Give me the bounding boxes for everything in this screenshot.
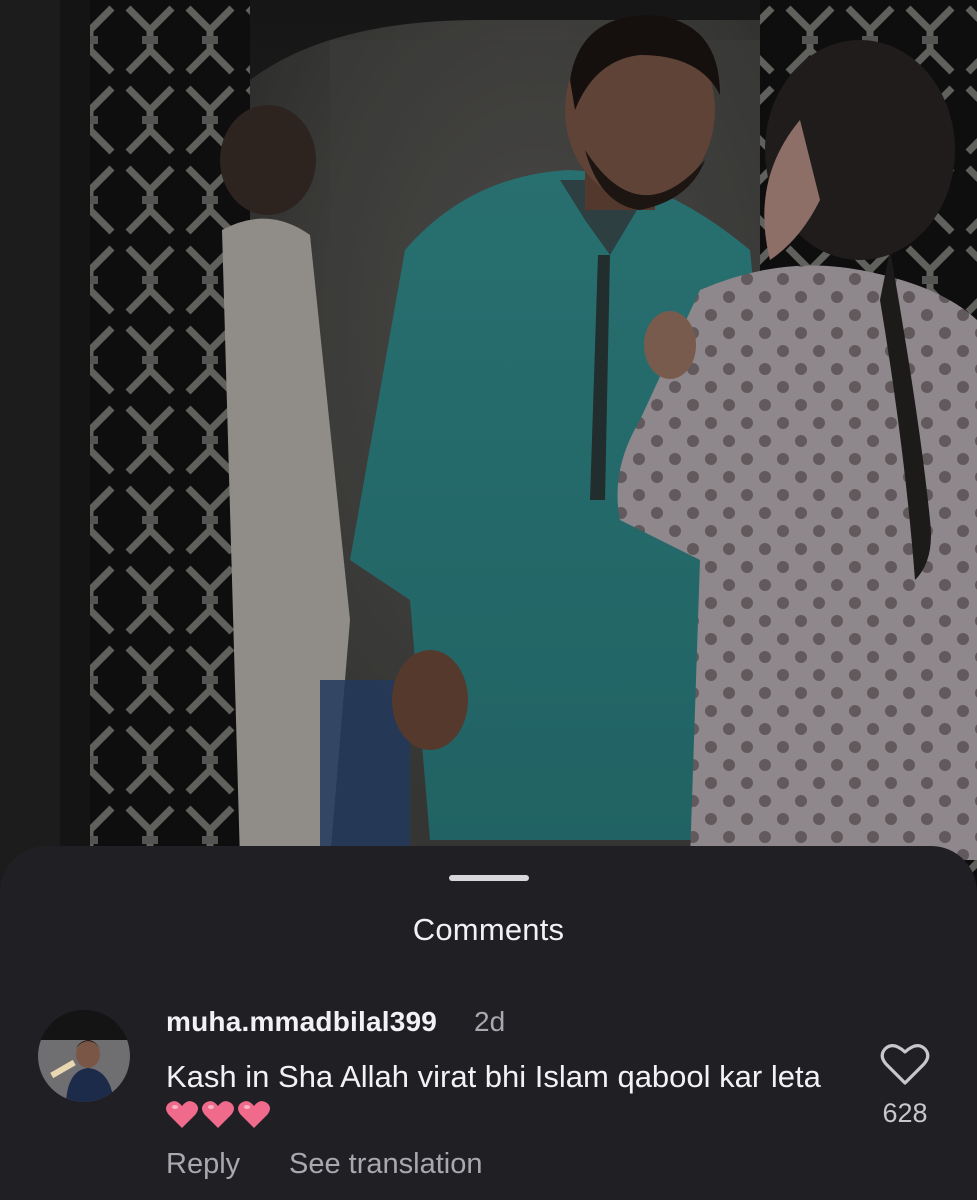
reply-button[interactable]: Reply — [166, 1148, 240, 1181]
comment-text: Kash in Sha Allah virat bhi Islam qabool… — [166, 1059, 821, 1094]
comment-body: Kash in Sha Allah virat bhi Islam qabool… — [166, 1058, 826, 1134]
see-translation-button[interactable]: See translation — [289, 1148, 482, 1181]
avatar[interactable] — [38, 1010, 130, 1102]
pink-heart-icon — [166, 1101, 198, 1128]
heart-outline-icon — [880, 1044, 930, 1085]
comment-username[interactable]: muha.mmadbilal399 — [166, 1006, 437, 1038]
like-button[interactable] — [880, 1042, 930, 1086]
pink-heart-icon — [202, 1101, 234, 1128]
like-count: 628 — [882, 1098, 928, 1128]
video-still-image — [0, 0, 977, 900]
heart-emojis — [166, 1097, 274, 1132]
comments-sheet: Comments muha.mmadbilal399 2d Kash in Sh… — [0, 846, 977, 1200]
video-frame[interactable] — [0, 0, 977, 900]
comment-timestamp: 2d — [474, 1006, 506, 1037]
pink-heart-icon — [238, 1101, 270, 1128]
comment-item: muha.mmadbilal399 2d Kash in Sha Allah v… — [0, 846, 977, 1200]
